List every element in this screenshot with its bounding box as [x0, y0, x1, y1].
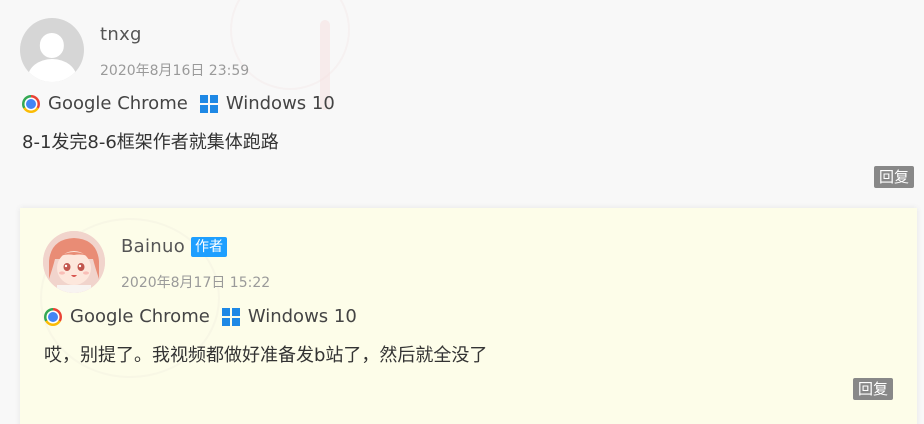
- comment-environment: Google Chrome Windows 10: [22, 93, 335, 114]
- comment-date: 2020年8月16日 23:59: [100, 63, 250, 79]
- reply-button[interactable]: 回复: [853, 378, 894, 400]
- chrome-icon: [44, 307, 62, 326]
- comment-text: 哎，别提了。我视频都做好准备发b站了，然后就全没了: [44, 345, 488, 366]
- reply-button[interactable]: 回复: [874, 166, 915, 188]
- chrome-icon: [22, 94, 40, 113]
- comment-environment: Google Chrome Windows 10: [44, 306, 357, 327]
- comment-author[interactable]: tnxg: [100, 24, 142, 45]
- default-user-avatar-icon[interactable]: [20, 18, 84, 82]
- os-label: Windows 10: [247, 306, 357, 327]
- comment-author[interactable]: Bainuo: [121, 236, 185, 257]
- comment-section: tnxg 2020年8月16日 23:59 Google Chrome Wind…: [0, 0, 924, 424]
- comment-item: tnxg 2020年8月16日 23:59 Google Chrome Wind…: [0, 0, 924, 208]
- windows-icon: [199, 94, 218, 113]
- author-badge: 作者: [191, 237, 227, 257]
- comment-date: 2020年8月17日 15:22: [121, 275, 271, 291]
- child-comment-item: Bainuo 作者 2020年8月17日 15:22 Google Chrome…: [0, 208, 924, 424]
- browser-label: Google Chrome: [48, 93, 188, 114]
- anime-girl-avatar-icon[interactable]: [43, 231, 105, 293]
- os-label: Windows 10: [225, 93, 335, 114]
- windows-icon: [221, 307, 240, 326]
- browser-label: Google Chrome: [70, 306, 210, 327]
- comment-text: 8-1发完8-6框架作者就集体跑路: [22, 132, 279, 153]
